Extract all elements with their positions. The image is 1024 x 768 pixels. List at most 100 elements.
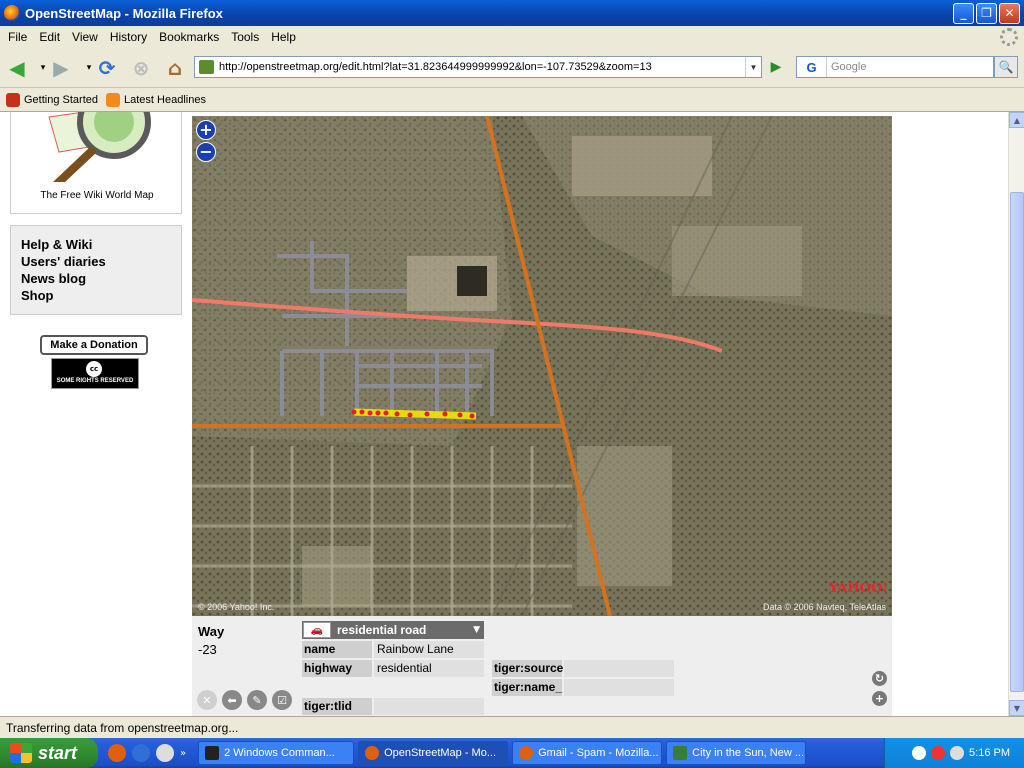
image-viewer-icon bbox=[673, 746, 688, 760]
cc-icon: cc bbox=[86, 361, 102, 377]
link-shop[interactable]: Shop bbox=[21, 287, 181, 304]
site-favicon-icon bbox=[199, 60, 214, 74]
menu-history[interactable]: History bbox=[104, 30, 153, 44]
go-icon[interactable]: ▶ bbox=[766, 57, 786, 77]
window-title: OpenStreetMap - Mozilla Firefox bbox=[25, 5, 223, 21]
tag-value[interactable]: Rainbow Lane bbox=[374, 641, 484, 658]
scroll-thumb[interactable] bbox=[1010, 192, 1024, 692]
scroll-down-icon[interactable]: ▼ bbox=[1009, 700, 1024, 716]
search-icon[interactable]: 🔍 bbox=[994, 56, 1018, 78]
url-bar[interactable]: http://openstreetmap.org/edit.html?lat=3… bbox=[194, 56, 762, 78]
map-copyright-right: Data © 2006 Navteq, TeleAtlas bbox=[762, 602, 886, 612]
donate-button[interactable]: Make a Donation bbox=[40, 335, 148, 355]
tag-value[interactable] bbox=[564, 660, 674, 677]
search-engine-icon[interactable]: G bbox=[797, 57, 827, 77]
menu-help[interactable]: Help bbox=[265, 30, 302, 44]
scroll-up-icon[interactable]: ▲ bbox=[1009, 112, 1024, 128]
close-button[interactable]: ✕ bbox=[999, 2, 1020, 24]
url-dropdown-icon[interactable]: ▼ bbox=[745, 57, 761, 77]
quicklaunch-firefox-icon[interactable] bbox=[108, 744, 126, 762]
menu-edit[interactable]: Edit bbox=[33, 30, 66, 44]
tag-row[interactable]: tiger:tlid bbox=[302, 698, 484, 715]
link-news-blog[interactable]: News blog bbox=[21, 270, 181, 287]
delete-icon[interactable]: ✕ bbox=[197, 690, 217, 710]
tag-key[interactable]: highway bbox=[302, 660, 372, 677]
tag-key[interactable]: tiger:name_ bbox=[492, 679, 562, 696]
quicklaunch-media-icon[interactable] bbox=[156, 744, 174, 762]
firefox-icon bbox=[365, 746, 380, 760]
vertical-scrollbar[interactable]: ▲ ▼ bbox=[1008, 112, 1024, 716]
search-input[interactable]: G Google bbox=[796, 56, 994, 78]
url-text: http://openstreetmap.org/edit.html?lat=3… bbox=[219, 61, 652, 73]
creative-commons-badge[interactable]: cc SOME RIGHTS RESERVED bbox=[51, 358, 139, 389]
tag-key[interactable]: name bbox=[302, 641, 372, 658]
quicklaunch-ie-icon[interactable] bbox=[132, 744, 150, 762]
quicklaunch-expand-icon[interactable]: » bbox=[180, 748, 186, 759]
page-content: The Free Wiki World Map Help & Wiki User… bbox=[0, 112, 1008, 716]
search-placeholder: Google bbox=[831, 61, 867, 73]
back-icon[interactable]: ◀ bbox=[4, 56, 30, 80]
window-titlebar: OpenStreetMap - Mozilla Firefox _ ❐ ✕ bbox=[0, 0, 1024, 26]
add-tag-icon[interactable]: + bbox=[872, 691, 887, 706]
checkbox-icon[interactable]: ☑ bbox=[272, 690, 292, 710]
repeat-tags-icon[interactable]: ↻ bbox=[872, 671, 887, 686]
menu-tools[interactable]: Tools bbox=[225, 30, 265, 44]
windows-taskbar: start » 2 Windows Comman... OpenStreetMa… bbox=[0, 738, 1024, 768]
start-button[interactable]: start bbox=[0, 738, 98, 768]
back-arrow-icon[interactable]: ⬅ bbox=[222, 690, 242, 710]
tag-edit-icon[interactable]: ✎ bbox=[247, 690, 267, 710]
zoom-out-button[interactable]: − bbox=[196, 142, 216, 162]
tag-value[interactable] bbox=[374, 698, 484, 715]
task-city-in-the-sun[interactable]: City in the Sun, New ... bbox=[666, 741, 807, 765]
entity-type: Way bbox=[198, 624, 225, 639]
bookmark-getting-started[interactable]: Getting Started bbox=[6, 92, 98, 107]
reload-icon[interactable]: ⟳ bbox=[94, 56, 120, 80]
satellite-map[interactable] bbox=[192, 116, 892, 616]
menu-view[interactable]: View bbox=[66, 30, 104, 44]
task-command-windows[interactable]: 2 Windows Comman... bbox=[198, 741, 355, 765]
entity-id: -23 bbox=[198, 642, 217, 657]
task-openstreetmap[interactable]: OpenStreetMap - Mo... bbox=[358, 741, 509, 765]
restore-button[interactable]: ❐ bbox=[976, 2, 997, 24]
stop-icon[interactable]: ⊗ bbox=[128, 56, 154, 80]
sidebar-links: Help & Wiki Users' diaries News blog Sho… bbox=[10, 225, 182, 315]
rss-icon bbox=[106, 92, 120, 107]
minimize-button[interactable]: _ bbox=[953, 2, 974, 24]
status-text: Transferring data from openstreetmap.org… bbox=[6, 720, 239, 735]
task-gmail[interactable]: Gmail - Spam - Mozilla... bbox=[512, 741, 663, 765]
tray-volume-icon[interactable] bbox=[950, 746, 965, 760]
tag-value[interactable] bbox=[564, 679, 674, 696]
tag-value[interactable]: residential bbox=[374, 660, 484, 677]
firefox-icon bbox=[4, 5, 20, 21]
menu-bar: File Edit View History Bookmarks Tools H… bbox=[0, 26, 1024, 48]
tag-row[interactable]: name Rainbow Lane bbox=[302, 641, 484, 658]
menu-file[interactable]: File bbox=[2, 30, 33, 44]
osm-logo[interactable]: The Free Wiki World Map bbox=[10, 112, 182, 214]
tag-row[interactable]: tiger:source bbox=[492, 660, 674, 677]
tag-row[interactable]: highway residential bbox=[302, 660, 484, 677]
map-view[interactable]: + − YAHOO! © 2006 Yahoo! Inc. Data © 200… bbox=[192, 116, 892, 616]
tag-key[interactable]: tiger:tlid bbox=[302, 698, 372, 715]
zoom-in-button[interactable]: + bbox=[196, 120, 216, 140]
properties-panel: Way -23 🚗 residential road ▼ name Rainbo… bbox=[192, 616, 892, 716]
menu-bookmarks[interactable]: Bookmarks bbox=[153, 30, 225, 44]
tag-key[interactable]: tiger:source bbox=[492, 660, 563, 677]
preset-selector[interactable]: 🚗 residential road ▼ bbox=[302, 621, 484, 639]
chevron-down-icon[interactable]: ▼ bbox=[473, 625, 480, 635]
magnifier-logo-icon bbox=[39, 112, 159, 182]
tray-security-icon[interactable] bbox=[931, 746, 946, 760]
cmd-icon bbox=[205, 746, 220, 760]
car-icon: 🚗 bbox=[303, 622, 331, 638]
tag-row[interactable]: tiger:name_ bbox=[492, 679, 674, 696]
tray-network-icon[interactable] bbox=[912, 746, 927, 760]
link-help-wiki[interactable]: Help & Wiki bbox=[21, 236, 181, 253]
clock[interactable]: 5:16 PM bbox=[969, 747, 1010, 759]
forward-icon[interactable]: ▶ bbox=[48, 56, 74, 80]
logo-caption: The Free Wiki World Map bbox=[40, 190, 154, 201]
firefox-icon bbox=[519, 746, 534, 760]
map-copyright-left: © 2006 Yahoo! Inc. bbox=[198, 602, 275, 612]
bookmark-latest-headlines[interactable]: Latest Headlines bbox=[106, 92, 206, 107]
link-users-diaries[interactable]: Users' diaries bbox=[21, 253, 181, 270]
home-icon[interactable]: ⌂ bbox=[162, 56, 188, 80]
bookmarks-toolbar: Getting Started Latest Headlines bbox=[0, 88, 1024, 112]
